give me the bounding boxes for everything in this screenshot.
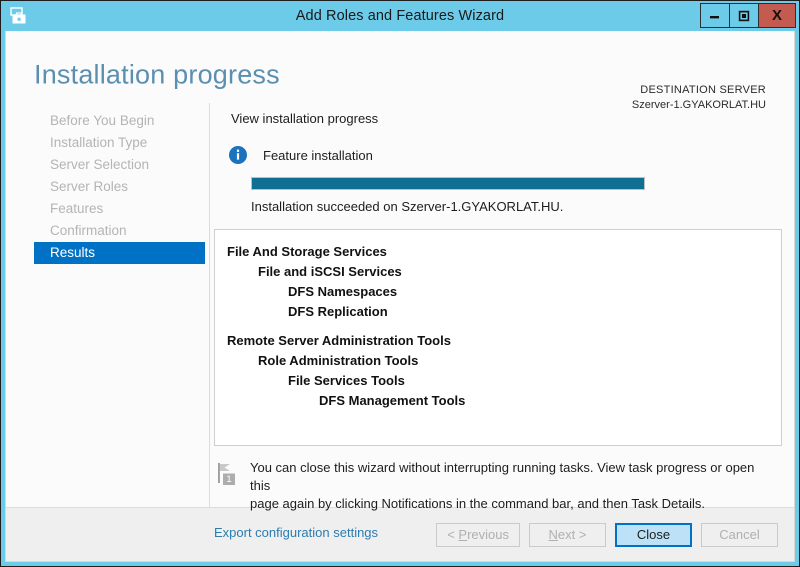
wizard-window: Add Roles and Features Wizard X Installa… <box>0 0 800 567</box>
info-icon <box>228 145 248 165</box>
notice-text: You can close this wizard without interr… <box>250 459 778 513</box>
sidebar-item-confirmation[interactable]: Confirmation <box>34 220 205 242</box>
list-item: Role Administration Tools <box>258 353 419 368</box>
list-item: File And Storage Services <box>227 244 387 259</box>
sidebar-item-server-roles[interactable]: Server Roles <box>34 176 205 198</box>
list-item: DFS Replication <box>288 304 388 319</box>
sidebar-item-results[interactable]: Results <box>34 242 205 264</box>
svg-text:1: 1 <box>226 474 231 485</box>
sidebar-item-before-you-begin[interactable]: Before You Begin <box>34 110 205 132</box>
main-content: View installation progress Feature insta… <box>210 103 794 540</box>
section-label: View installation progress <box>231 111 379 126</box>
maximize-button[interactable] <box>729 3 759 28</box>
page-title: Installation progress <box>34 59 280 90</box>
wizard-step-nav: Before You Begin Installation Type Serve… <box>6 103 210 507</box>
body-area: Before You Begin Installation Type Serve… <box>6 103 794 540</box>
close-button[interactable]: X <box>758 3 796 28</box>
window-controls: X <box>700 3 796 28</box>
sidebar-item-features[interactable]: Features <box>34 198 205 220</box>
progress-status-text: Installation succeeded on Szerver-1.GYAK… <box>251 199 564 214</box>
feature-installation-label: Feature installation <box>263 147 373 163</box>
server-manager-icon <box>5 3 31 29</box>
export-configuration-settings-link[interactable]: Export configuration settings <box>214 525 378 540</box>
destination-server-label: DESTINATION SERVER <box>640 84 766 96</box>
notice-row: 1 You can close this wizard without inte… <box>214 459 778 513</box>
sidebar-item-installation-type[interactable]: Installation Type <box>34 132 205 154</box>
minimize-button[interactable] <box>700 3 730 28</box>
client-area: Installation progress DESTINATION SERVER… <box>5 31 795 562</box>
progress-bar-fill <box>252 178 644 189</box>
list-item: DFS Management Tools <box>319 393 466 408</box>
installation-progress-bar <box>251 177 645 190</box>
list-item: DFS Namespaces <box>288 284 398 299</box>
notification-flag-icon: 1 <box>214 461 240 489</box>
notice-line-2: page again by clicking Notifications in … <box>250 496 706 511</box>
list-item: File and iSCSI Services <box>258 264 402 279</box>
sidebar-item-server-selection[interactable]: Server Selection <box>34 154 205 176</box>
page-header: Installation progress DESTINATION SERVER… <box>6 31 794 111</box>
list-item: Remote Server Administration Tools <box>227 333 451 348</box>
title-bar: Add Roles and Features Wizard X <box>1 1 799 31</box>
notice-line-1: You can close this wizard without interr… <box>250 460 755 493</box>
installed-components-list[interactable]: File And Storage Services File and iSCSI… <box>214 229 782 446</box>
feature-installation-row: Feature installation <box>228 145 794 165</box>
close-icon: X <box>771 7 782 24</box>
window-title: Add Roles and Features Wizard <box>295 8 505 24</box>
list-item: File Services Tools <box>288 373 405 388</box>
